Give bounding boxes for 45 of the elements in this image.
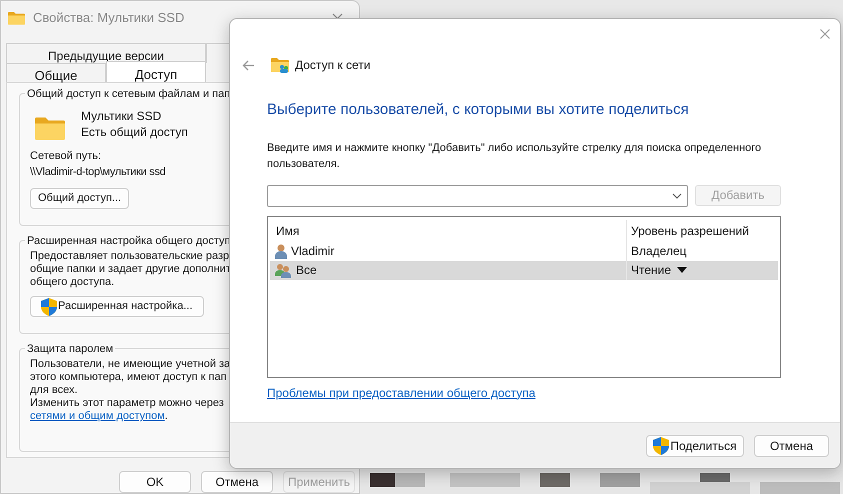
network-center-link[interactable]: сетями и общим доступом	[30, 410, 165, 423]
permission-level: Чтение	[631, 262, 672, 279]
dialog-button[interactable]: Отмена	[201, 471, 273, 493]
instruction-text: Введите имя и нажмите кнопку "Добавить" либо используйте стрелку для поиска определенного пользователя.	[267, 140, 762, 172]
dropdown-arrow-icon[interactable]	[677, 267, 688, 273]
dialog-title: Доступ к сети	[295, 57, 370, 74]
dialog-heading: Выберите пользователей, с которыми вы хотите поделиться	[267, 100, 690, 120]
permission-level: Владелец	[631, 243, 687, 260]
back-arrow-icon[interactable]	[242, 60, 255, 70]
description-line: для всех.	[30, 384, 78, 397]
description-line: Предоставляет пользовательские разр	[30, 250, 230, 263]
sharing-problems-link[interactable]: Проблемы при предоставлении общего доступа	[267, 384, 536, 402]
user-name: Vladimir	[291, 243, 334, 260]
shield-icon	[41, 298, 57, 316]
tab[interactable]: Предыдущие версии	[6, 43, 206, 63]
user-name: Все	[296, 262, 317, 279]
path-label: Сетевой путь:	[30, 149, 102, 164]
user-icon	[275, 244, 287, 258]
advanced-settings-button[interactable]: Расширенная настройка...	[30, 296, 204, 317]
cancel-button[interactable]: Отмена	[754, 434, 829, 456]
folder-name: Мультики SSD	[81, 108, 162, 124]
share-button[interactable]: Общий доступ...	[30, 188, 130, 209]
users-icon	[275, 262, 292, 278]
user-combo-box[interactable]	[267, 184, 688, 206]
shared-folder-icon	[271, 57, 289, 73]
table-row[interactable]: Все Чтение	[270, 260, 778, 280]
close-icon[interactable]	[820, 29, 830, 39]
description-line: этого компьютера, имеют доступ к пап	[30, 371, 227, 384]
folder-icon	[35, 116, 65, 140]
chevron-down-icon	[672, 192, 682, 198]
group-title: Защита паролем	[25, 341, 116, 358]
column-header[interactable]: Имя	[270, 222, 626, 240]
description-line: общего доступа.	[30, 276, 114, 289]
folder-icon	[8, 11, 25, 25]
network-path: \\Vladimir-d-top\мультики ssd	[30, 165, 166, 180]
description-line: общие папки и задает другие дополнит	[30, 263, 231, 276]
dialog-button[interactable]: OK	[119, 471, 191, 493]
tab[interactable]: Доступ	[106, 61, 206, 82]
description-line: Изменить этот параметр можно через	[30, 397, 224, 410]
window-title: Свойства: Мультики SSD	[33, 9, 184, 28]
column-header[interactable]: Уровень разрешений	[626, 220, 778, 242]
share-confirm-button[interactable]: Поделиться	[646, 434, 744, 456]
period-text: .	[164, 410, 168, 423]
folder-status: Есть общий доступ	[81, 124, 188, 140]
tab[interactable]: Общие	[6, 63, 106, 82]
